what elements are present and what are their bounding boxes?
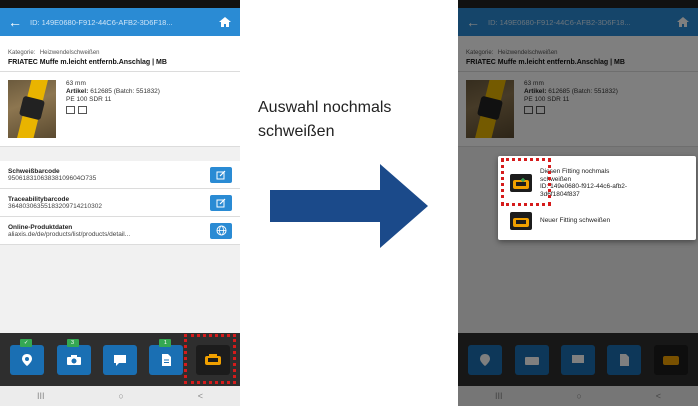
option2-label: Neuer Fitting schweißen — [540, 217, 611, 225]
step-caption: Auswahl nochmals schweißen — [258, 96, 391, 144]
online-product-data-value: aliaxis.de/de/products/list/products/det… — [8, 230, 131, 238]
caption-line2: schweißen — [258, 123, 335, 140]
category-value: Heizwendelschweißen — [39, 50, 100, 56]
back-arrow-icon[interactable]: ← — [8, 14, 22, 30]
home-icon[interactable] — [218, 15, 232, 29]
label-icon — [66, 106, 75, 114]
new-weld-icon — [510, 212, 532, 230]
recent-apps-button[interactable]: III — [37, 391, 45, 401]
home-button[interactable]: ○ — [118, 391, 123, 401]
tab-location[interactable]: ✓ — [10, 338, 45, 375]
weld-barcode-row: Schweißbarcode 95061831063838109604O735 — [0, 161, 240, 189]
tab-badge: ✓ — [20, 338, 33, 347]
open-website-button[interactable] — [210, 222, 232, 239]
traceability-barcode-row: Traceabilitybarcode 364803063551832097142… — [0, 189, 240, 217]
traceability-barcode-value: 36480306355183209714210302 — [8, 202, 102, 210]
edit-traceability-barcode-button[interactable] — [210, 194, 232, 211]
pe-text: PE 100 SDR 11 — [66, 96, 112, 103]
tab-document[interactable]: 1 — [149, 338, 184, 375]
camera-icon — [66, 354, 81, 365]
document-icon — [162, 353, 172, 366]
category-label: Kategorie: — [8, 50, 36, 56]
location-pin-icon — [22, 353, 33, 366]
tab-badge: 1 — [159, 338, 172, 347]
option-new-fitting[interactable]: Neuer Fitting schweißen — [510, 212, 696, 230]
online-product-data-label: Online-Produktdaten — [8, 223, 73, 231]
app-bar-title: ID: 149E0680-F912-44C6-AFB2-3D6F18... — [30, 17, 173, 27]
category-section: Kategorie: Heizwendelschweißen FRIATEC M… — [0, 36, 240, 72]
tab-badge: 3 — [66, 338, 79, 347]
weld-barcode-value: 95061831063838109604O735 — [8, 174, 97, 182]
option1-line4: 3d6f1804f837 — [540, 190, 580, 198]
edit-icon — [216, 170, 226, 179]
tab-chat[interactable] — [102, 344, 137, 375]
highlight-welding-tab — [184, 334, 236, 384]
back-button[interactable]: < — [198, 391, 203, 401]
traceability-barcode-label: Traceabilitybarcode — [8, 195, 70, 203]
app-bar: ← ID: 149E0680-F912-44C6-AFB2-3D6F18... — [0, 8, 240, 36]
right-phone-screen: ← ID: 149E0680-F912-44C6-AFB2-3D6F18... … — [458, 0, 698, 406]
artikel-value: 612685 (Batch: 551832) — [90, 88, 160, 95]
android-nav-bar: III ○ < — [0, 386, 240, 406]
edit-weld-barcode-button[interactable] — [210, 166, 232, 183]
right-arrow-icon — [270, 164, 428, 248]
option1-line1: Diesen Fitting nochmals — [540, 168, 610, 175]
edit-icon — [216, 198, 226, 207]
option1-line3: ID: 149e0680-f912-44c6-afb2- — [540, 183, 628, 190]
option1-line2: schweißen — [540, 175, 572, 183]
tab-camera[interactable]: 3 — [56, 338, 91, 375]
weld-barcode-label: Schweißbarcode — [8, 167, 60, 175]
highlight-reweld-option — [501, 158, 551, 206]
online-product-data-row: Online-Produktdaten aliaxis.de/de/product… — [0, 217, 240, 245]
product-name: FRIATEC Muffe m.leicht entfernb.Anschlag… — [8, 59, 167, 66]
globe-icon — [216, 225, 226, 236]
barcode-icon — [78, 106, 87, 114]
product-photo[interactable] — [8, 80, 56, 138]
size-text: 63 mm — [66, 80, 86, 87]
chat-icon — [113, 354, 126, 366]
status-bar — [0, 0, 240, 8]
status-bar — [458, 0, 698, 8]
caption-line1: Auswahl nochmals — [258, 99, 392, 116]
artikel-label: Artikel: — [66, 88, 89, 95]
product-detail: 63 mm Artikel: 612685 (Batch: 551832) PE… — [0, 72, 240, 147]
product-info: 63 mm Artikel: 612685 (Batch: 551832) PE… — [56, 80, 160, 138]
